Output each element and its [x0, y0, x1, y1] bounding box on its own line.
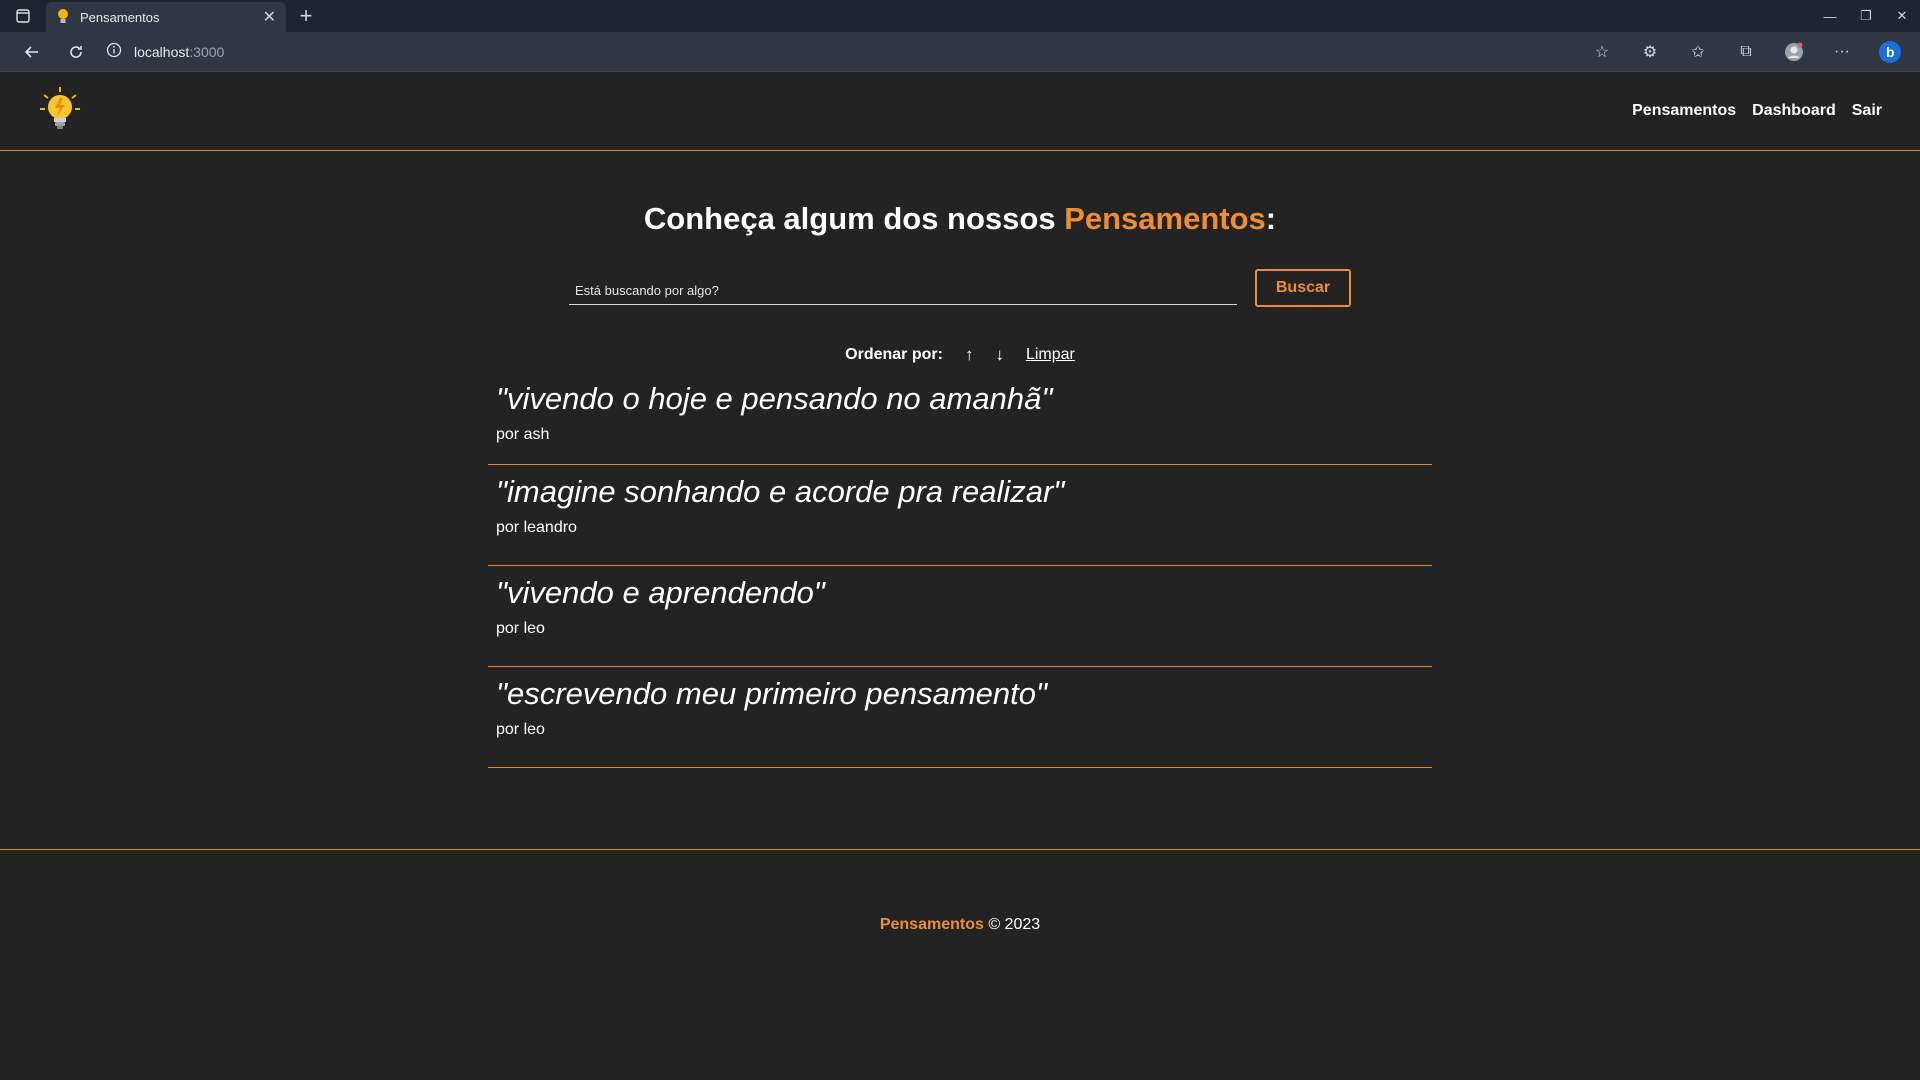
thought-quote: "escrevendo meu primeiro pensamento" [496, 676, 1048, 711]
footer-copyright: © 2023 [983, 916, 1041, 933]
info-icon[interactable] [106, 42, 122, 61]
url-port: :3000 [189, 43, 225, 60]
profile-avatar-icon[interactable] [1774, 36, 1814, 68]
thought-card: "vivendo e aprendendo" por leo [488, 566, 1432, 667]
page-title: Conheça algum dos nossos Pensamentos: [488, 201, 1432, 237]
reload-icon[interactable] [54, 36, 98, 68]
collections-icon[interactable]: ⧉ [1726, 36, 1766, 68]
thought-quote: "imagine sonhando e acorde pra realizar" [496, 474, 1065, 509]
add-favorite-icon[interactable]: ☆ [1582, 36, 1622, 68]
thoughts-list: "vivendo o hoje e pensando no amanhã" po… [488, 379, 1432, 768]
site-header: Pensamentos Dashboard Sair [0, 72, 1920, 151]
main-nav: Pensamentos Dashboard Sair [1632, 102, 1882, 120]
order-label: Ordenar por: [845, 346, 943, 363]
svg-text:b: b [1886, 44, 1895, 60]
search-form: Buscar [488, 269, 1432, 307]
bing-chat-icon[interactable]: b [1870, 36, 1910, 68]
minimize-icon[interactable]: — [1812, 0, 1848, 32]
close-tab-icon[interactable]: ✕ [263, 7, 276, 27]
thought-quote: "vivendo e aprendendo" [496, 575, 825, 610]
thought-card: "vivendo o hoje e pensando no amanhã" po… [488, 379, 1432, 465]
footer-brand: Pensamentos [879, 916, 984, 933]
thought-author: por ash [496, 426, 550, 443]
order-descending-icon[interactable]: ↓ [995, 345, 1004, 365]
browser-tab-bar: Pensamentos ✕ + — ❐ ✕ [0, 0, 1920, 32]
page-title-accent: Pensamentos [1064, 201, 1266, 236]
new-tab-button[interactable]: + [286, 0, 326, 32]
page-title-suffix: : [1265, 201, 1277, 236]
order-controls: Ordenar por: ↑ ↓ Limpar [488, 345, 1432, 365]
main-content: Conheça algum dos nossos Pensamentos: Bu… [488, 151, 1432, 768]
clear-order-link[interactable]: Limpar [1026, 346, 1075, 364]
window-controls: — ❐ ✕ [1812, 0, 1920, 32]
tab-title: Pensamentos [80, 9, 160, 25]
search-button[interactable]: Buscar [1255, 269, 1351, 307]
lightbulb-logo-icon[interactable] [38, 85, 82, 138]
extensions-icon[interactable]: ⚙ [1630, 36, 1670, 68]
page-title-prefix: Conheça algum dos nossos [643, 201, 1065, 236]
thought-card: "escrevendo meu primeiro pensamento" por… [488, 667, 1432, 768]
tab-actions-icon[interactable] [0, 0, 46, 32]
favorites-icon[interactable]: ✩ [1678, 36, 1718, 68]
thought-card: "imagine sonhando e acorde pra realizar"… [488, 465, 1432, 566]
thought-author: por leandro [496, 519, 577, 536]
back-icon[interactable] [10, 36, 54, 68]
lightbulb-favicon-icon [56, 8, 70, 27]
thought-author: por leo [496, 721, 545, 738]
web-page: Pensamentos Dashboard Sair Conheça algum… [0, 72, 1920, 1080]
url-host: localhost [134, 43, 190, 60]
search-input[interactable] [569, 271, 1237, 305]
thought-quote: "vivendo o hoje e pensando no amanhã" [496, 381, 1053, 416]
nav-link-dashboard[interactable]: Dashboard [1752, 102, 1836, 120]
thought-author: por leo [496, 620, 545, 637]
restore-icon[interactable]: ❐ [1848, 0, 1884, 32]
close-window-icon[interactable]: ✕ [1884, 0, 1920, 32]
browser-tab[interactable]: Pensamentos ✕ [46, 2, 286, 32]
browser-toolbar: ☆ ⚙ ✩ ⧉ ··· b [1582, 36, 1910, 68]
url-field[interactable]: localhost:3000 [106, 42, 224, 61]
order-ascending-icon[interactable]: ↑ [965, 345, 974, 365]
browser-address-bar: localhost:3000 ☆ ⚙ ✩ ⧉ ··· b [0, 32, 1920, 72]
nav-link-pensamentos[interactable]: Pensamentos [1632, 102, 1736, 120]
site-footer: Pensamentos © 2023 [0, 849, 1920, 934]
nav-link-sair[interactable]: Sair [1852, 102, 1882, 120]
more-options-icon[interactable]: ··· [1822, 36, 1862, 68]
